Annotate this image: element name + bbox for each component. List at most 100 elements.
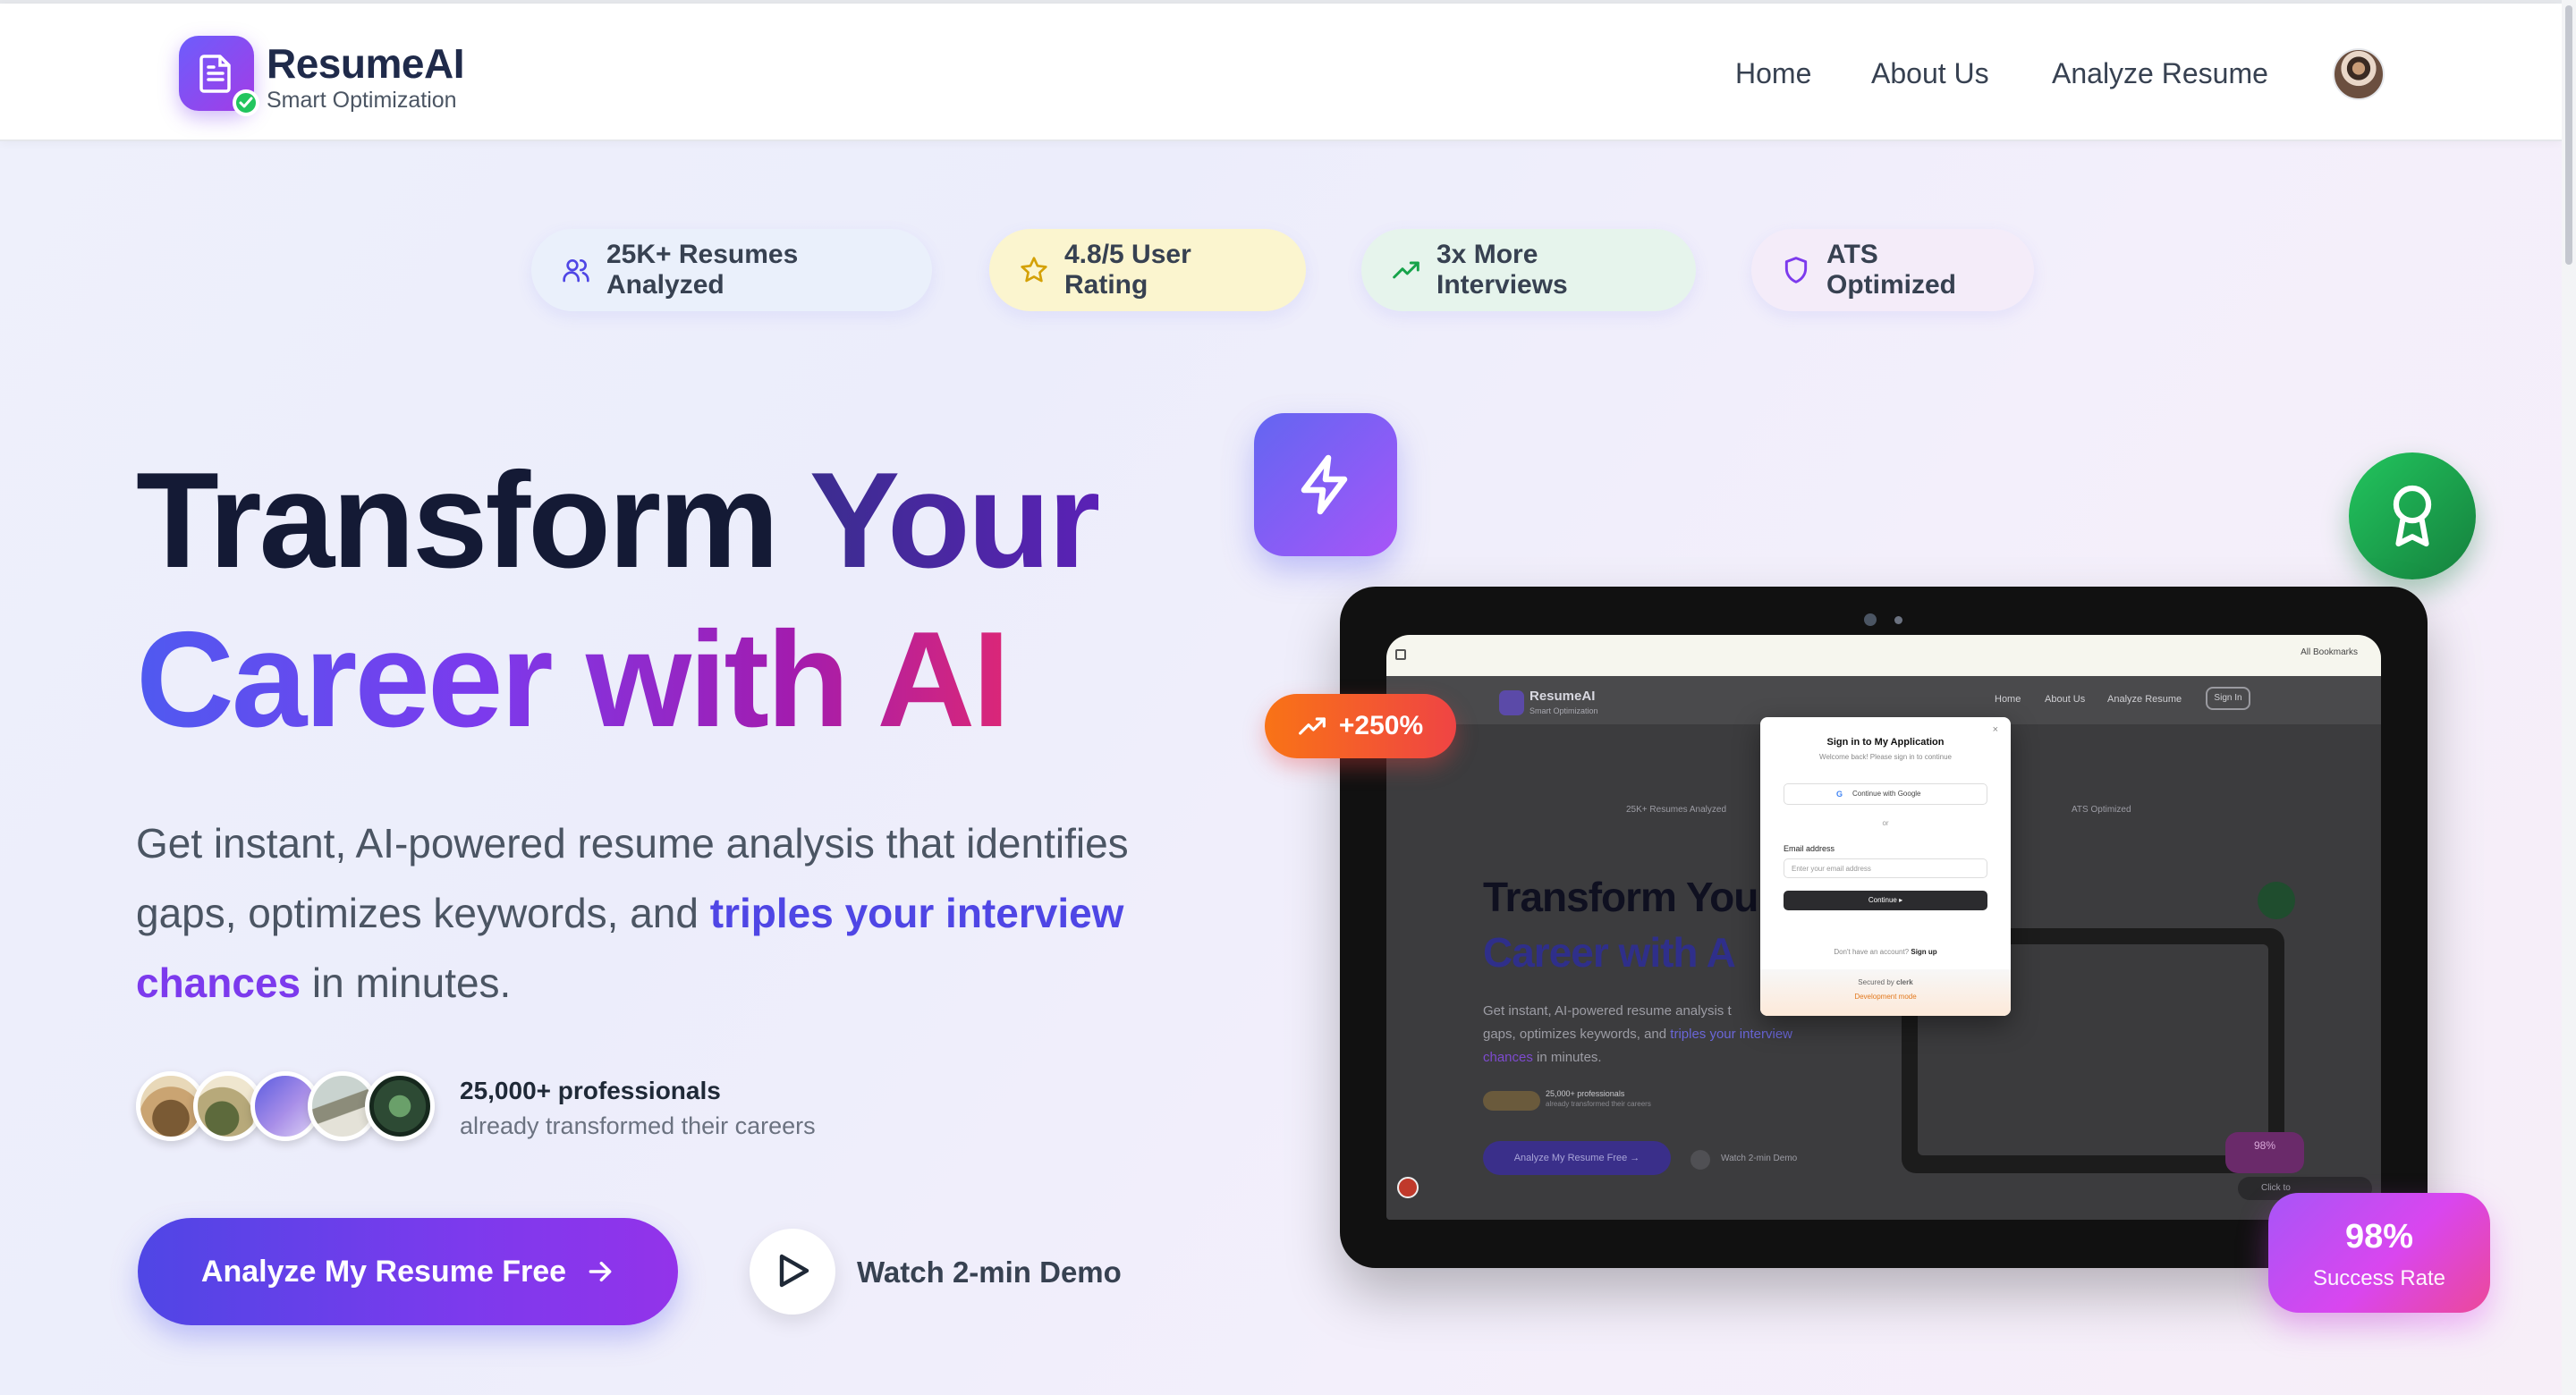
hero-title-line-1: Transform Your	[136, 452, 1101, 588]
preview-headline-2: Career with A	[1483, 929, 1736, 976]
all-bookmarks: All Bookmarks	[2301, 647, 2358, 657]
modal-no-account-text: Don't have an account?	[1834, 948, 1910, 956]
hero-title-word-your: Your	[809, 444, 1101, 596]
preview-play-icon	[1690, 1150, 1710, 1170]
trending-up-icon	[1393, 261, 1419, 279]
social-proof-count: 25,000+ professionals	[460, 1077, 721, 1104]
preview-browser-bar: All Bookmarks	[1386, 635, 2381, 676]
success-rate-badge: 98% Success Rate	[2268, 1193, 2490, 1313]
preview-demo: Watch 2-min Demo	[1721, 1154, 1798, 1163]
growth-badge-label: +250%	[1338, 711, 1424, 740]
site-header: ResumeAI Smart Optimization Home About U…	[0, 4, 2562, 141]
customer-avatar	[365, 1071, 435, 1141]
preview-success-badge: 98%	[2225, 1132, 2304, 1173]
modal-google-button: G Continue with Google	[1784, 783, 1987, 805]
nav-home[interactable]: Home	[1735, 57, 1811, 90]
preview-pill-4: ATS Optimized	[2072, 805, 2131, 815]
grid-icon	[1395, 649, 1406, 660]
lightning-icon	[1301, 454, 1348, 515]
modal-continue-button: Continue ▸	[1784, 891, 1987, 910]
watch-demo-link[interactable]: Watch 2-min Demo	[857, 1256, 1122, 1289]
preview-desc-3: chances in minutes.	[1483, 1050, 1602, 1065]
modal-email-label: Email address	[1784, 844, 1835, 853]
shield-icon	[1784, 257, 1808, 283]
verified-check-icon	[233, 89, 259, 116]
brand-name[interactable]: ResumeAI	[267, 39, 464, 88]
preview-social-2: already transformed their careers	[1546, 1100, 1651, 1108]
hero-title-word-transform: Transform	[136, 444, 809, 596]
preview-nav-analyze: Analyze Resume	[2107, 694, 2182, 705]
preview-desc-1: Get instant, AI-powered resume analysis …	[1483, 1003, 1732, 1019]
analyze-resume-button-label: Analyze My Resume Free	[200, 1254, 567, 1289]
preview-headline-1: Transform You	[1483, 874, 1758, 920]
scrollbar-thumb[interactable]	[2565, 5, 2572, 265]
pill-ats-optimized: ATS Optimized	[1751, 229, 2034, 311]
pill-user-rating: 4.8/5 User Rating	[989, 229, 1306, 311]
preview-nav-home: Home	[1995, 694, 2021, 705]
modal-sign-up-link: Sign up	[1911, 948, 1937, 956]
nav-analyze-resume[interactable]: Analyze Resume	[2052, 57, 2268, 90]
arrow-right-icon	[589, 1261, 612, 1282]
preview-desc-2-hl: triples your interview	[1670, 1027, 1792, 1042]
analyze-resume-button[interactable]: Analyze My Resume Free	[138, 1218, 678, 1325]
hero-desc-highlight-2: chances	[136, 960, 301, 1006]
hero-description: Get instant, AI-powered resume analysis …	[136, 808, 1191, 1018]
clerk-logo: clerk	[1896, 978, 1913, 986]
preview-nav-about: About Us	[2045, 694, 2086, 705]
preview-desc-3-text: in minutes.	[1532, 1050, 1602, 1065]
preview-desc-2-text: gaps, optimizes keywords, and	[1483, 1027, 1671, 1042]
preview-screen: All Bookmarks ResumeAI Smart Optimizatio…	[1386, 635, 2381, 1220]
preview-brand-sub: Smart Optimization	[1530, 706, 1598, 715]
modal-footer: Secured by clerk Development mode	[1760, 969, 2011, 1016]
play-icon	[779, 1254, 809, 1288]
preview-award-icon	[2258, 882, 2295, 919]
pill-label: 25K+ Resumes Analyzed	[606, 240, 799, 300]
laptop-sensor	[1894, 616, 1902, 624]
award-icon	[2393, 485, 2432, 547]
pill-label: 3x More Interviews	[1436, 240, 1568, 300]
preview-desc-2: gaps, optimizes keywords, and triples yo…	[1483, 1027, 1792, 1042]
preview-cta: Analyze My Resume Free →	[1483, 1141, 1671, 1175]
hero-desc-tail: in minutes.	[301, 960, 512, 1006]
user-avatar[interactable]	[2333, 48, 2385, 100]
pill-resumes-analyzed: 25K+ Resumes Analyzed	[531, 229, 932, 311]
modal-close-icon: ×	[1992, 724, 1998, 735]
modal-secured: Secured by clerk	[1760, 978, 2011, 986]
lightning-badge	[1254, 413, 1397, 556]
preview-dev-avatar	[1397, 1177, 1419, 1198]
award-badge	[2349, 452, 2476, 579]
modal-no-account: Don't have an account? Sign up	[1760, 948, 2011, 956]
google-icon: G	[1836, 790, 1843, 799]
preview-avatars	[1483, 1091, 1540, 1111]
laptop-camera	[1864, 613, 1877, 626]
hero-desc-highlight: triples your interview	[709, 890, 1124, 936]
preview-sign-in-modal: × Sign in to My Application Welcome back…	[1760, 717, 2011, 1016]
play-demo-button[interactable]	[750, 1229, 835, 1315]
pill-label: 4.8/5 User Rating	[1064, 240, 1191, 300]
brand-tagline: Smart Optimization	[267, 88, 457, 113]
preview-sign-in-button: Sign In	[2206, 687, 2250, 710]
nav-about-us[interactable]: About Us	[1871, 57, 1989, 90]
preview-social-1: 25,000+ professionals	[1546, 1089, 1625, 1098]
success-rate-value: 98%	[2344, 1218, 2414, 1256]
pill-label: ATS Optimized	[1826, 240, 1957, 300]
preview-desc-3-hl: chances	[1483, 1050, 1533, 1065]
social-proof-subtitle: already transformed their careers	[460, 1112, 816, 1139]
modal-title: Sign in to My Application	[1826, 737, 1945, 748]
modal-google-label: Continue with Google	[1852, 790, 1921, 798]
modal-subtitle: Welcome back! Please sign in to continue	[1819, 753, 1952, 761]
success-rate-label: Success Rate	[2312, 1266, 2446, 1290]
modal-secured-text: Secured by	[1858, 978, 1894, 986]
pill-more-interviews: 3x More Interviews	[1361, 229, 1696, 311]
trending-up-icon	[1298, 717, 1326, 735]
growth-badge: +250%	[1265, 694, 1456, 758]
modal-email-input: Enter your email address	[1784, 858, 1987, 878]
users-icon	[563, 259, 589, 283]
preview-logo-icon	[1499, 690, 1524, 715]
modal-or: or	[1882, 819, 1889, 827]
modal-dev-mode: Development mode	[1854, 993, 1917, 1001]
hero-title-line-2: Career with AI	[136, 604, 1010, 756]
star-icon	[1021, 257, 1047, 283]
preview-pill-1: 25K+ Resumes Analyzed	[1626, 805, 1727, 815]
preview-brand: ResumeAI	[1530, 689, 1596, 704]
